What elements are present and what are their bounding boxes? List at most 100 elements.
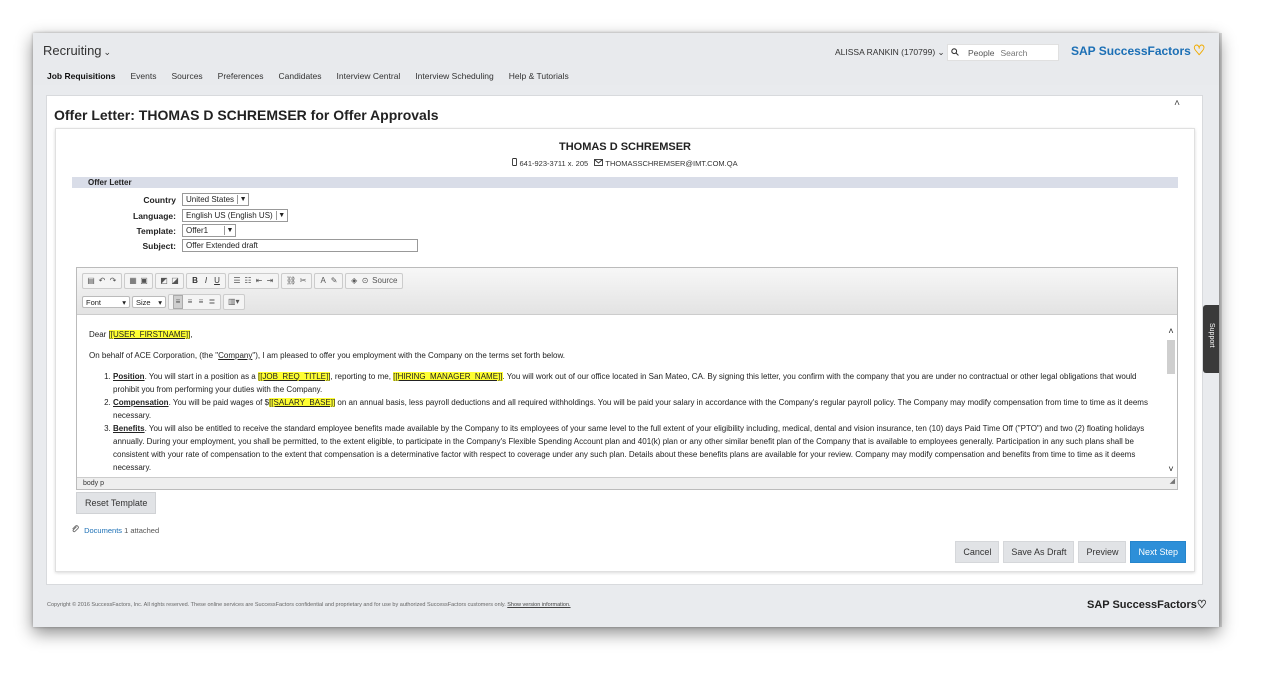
block-style-icon[interactable]: ▥▾ [228,296,240,308]
brand-name: SAP SuccessFactors [1071,44,1191,58]
source-button[interactable]: Source [372,275,397,287]
save-as-draft-button[interactable]: Save As Draft [1003,541,1075,563]
nav-preferences[interactable]: Preferences [218,71,264,81]
outdent-icon[interactable]: ⇤ [255,275,263,287]
chevron-up-icon[interactable]: ˄ [1166,326,1176,336]
text-color-icon[interactable]: A [319,275,327,287]
nav-job-requisitions[interactable]: Job Requisitions [47,71,115,81]
bold-button[interactable]: B [191,275,199,287]
size-combo[interactable]: Size ▾ [132,296,166,308]
align-left-icon[interactable]: ≡ [173,295,183,309]
collapse-icon[interactable]: ˄ [1174,98,1180,109]
nav-candidates[interactable]: Candidates [279,71,322,81]
next-step-button[interactable]: Next Step [1130,541,1186,563]
app-window: Recruiting ⌄ Job Requisitions Events Sour… [33,33,1219,627]
subject-row: Subject: Offer Extended draft [56,239,418,252]
remove-format-icon[interactable]: ◪ [171,275,179,287]
heart-icon: ♡ [1192,42,1206,58]
user-menu[interactable]: ALISSA RANKIN (170799) ⌄ [835,47,945,58]
benefits-heading: Benefits [113,424,145,433]
scroll-thumb[interactable] [1167,340,1175,374]
resize-handle-icon[interactable]: ◢ [1170,476,1175,488]
source-group: ◈ ⊙ Source [345,273,403,289]
redo-icon[interactable]: ↷ [109,275,117,287]
subject-input[interactable]: Offer Extended draft [182,239,418,252]
language-select[interactable]: English US (English US) ▼ [182,209,288,222]
indent-group: ◩ ◪ [155,273,184,289]
rich-text-editor: ▤ ↶ ↷ ▦ ▣ ◩ ◪ B I U ☰ ☷ ⇤ ⇥ ⛓ ✂ A ✎ ◈ ⊙ … [76,267,1178,490]
candidate-phone: 641-923-3711 x. 205 [519,159,589,168]
underline-button[interactable]: U [213,275,221,287]
intro-text-b: "), I am pleased to offer you employment… [252,351,566,360]
search-box: People [947,44,1059,61]
position-heading: Position [113,372,145,381]
font-combo[interactable]: Font ▾ [82,296,130,308]
placeholder-hiring-manager: [[HIRING_MANAGER_NAME]] [393,372,503,381]
compensation-heading: Compensation [113,398,169,407]
salutation-end: , [190,330,193,339]
position-text-a: . You will start in a position as a [144,372,258,381]
italic-button[interactable]: I [202,275,210,287]
select-all-icon[interactable]: ▣ [140,275,148,287]
candidate-name: THOMAS D SCHREMSER [558,141,691,153]
nav-interview-scheduling[interactable]: Interview Scheduling [415,71,493,81]
nav-sources[interactable]: Sources [171,71,202,81]
cancel-button[interactable]: Cancel [955,541,1000,563]
element-path: body p [83,480,105,487]
footer-brand-logo: SAP SuccessFactors♡ [1087,598,1207,611]
nav-events[interactable]: Events [130,71,156,81]
align-justify-icon[interactable]: ≣ [208,296,216,308]
search-icon[interactable] [948,47,962,58]
placeholder-icon[interactable]: ◈ [350,275,358,287]
more-group: ▥▾ [223,294,245,310]
candidate-contact: 641-923-3711 x. 205 THOMASSCHREMSER@IMT.… [56,158,1194,168]
editor-scrollbar[interactable]: ˄ ˅ [1166,326,1176,474]
template-row: Template: Offer1 ▼ [56,224,236,237]
support-tab[interactable]: Support [1203,305,1219,373]
documents-count: 1 attached [124,526,160,535]
align-center-icon[interactable]: ≡ [186,296,194,308]
bulleted-list-icon[interactable]: ☷ [244,275,252,287]
link-group: ⛓ ✂ [281,273,313,289]
indent-icon[interactable]: ⇥ [266,275,274,287]
nav-help-tutorials[interactable]: Help & Tutorials [509,71,569,81]
chevron-down-icon[interactable]: ˅ [1166,464,1176,474]
chevron-down-icon: ▼ [275,211,287,220]
source-icon[interactable]: ⊙ [361,275,369,287]
country-select[interactable]: United States ▼ [182,193,250,206]
chevron-down-icon: ⌄ [103,47,112,57]
module-switcher[interactable]: Recruiting ⌄ [43,43,111,58]
nav-interview-central[interactable]: Interview Central [337,71,401,81]
search-scope[interactable]: People [962,48,1000,58]
image-icon[interactable]: ◩ [160,275,168,287]
paperclip-icon [71,525,81,535]
align-right-icon[interactable]: ≡ [197,296,205,308]
editor-content[interactable]: Dear [[USER_FIRSTNAME]], On behalf of AC… [89,328,1149,473]
clipboard-group: ▤ ↶ ↷ [82,273,122,289]
top-header: Recruiting ⌄ Job Requisitions Events Sour… [33,33,1219,85]
link-icon[interactable]: ⛓ [286,275,296,287]
paste-icon[interactable]: ▤ [87,275,95,287]
chevron-down-icon: ▼ [224,226,235,235]
template-value: Offer1 [186,226,209,235]
align-group: ≡ ≡ ≡ ≣ [168,294,221,310]
search-input[interactable] [1000,47,1049,58]
brand-logo: SAP SuccessFactors ♡ [1071,42,1205,59]
preview-button[interactable]: Preview [1078,541,1127,563]
numbered-list-icon[interactable]: ☰ [233,275,241,287]
unlink-icon[interactable]: ✂ [299,275,307,287]
show-version-link[interactable]: Show version information. [507,602,570,608]
benefits-text: . You will also be entitled to receive t… [113,424,1145,472]
module-title: Recruiting [43,43,102,58]
offer-card: ˄ Offer Letter: THOMAS D SCHREMSER for O… [46,95,1203,585]
chevron-down-icon: ▾ [158,297,162,307]
template-select[interactable]: Offer1 ▼ [182,224,236,237]
placeholder-salary-base: [[SALARY_BASE]] [269,398,336,407]
footer-brand-name: SAP SuccessFactors [1087,599,1197,611]
highlight-icon[interactable]: ✎ [330,275,338,287]
table-icon[interactable]: ▦ [129,275,137,287]
reset-template-button[interactable]: Reset Template [76,492,157,514]
undo-icon[interactable]: ↶ [98,275,106,287]
editor-status-bar: body p ◢ [77,477,1177,489]
documents-link[interactable]: Documents [84,526,122,535]
